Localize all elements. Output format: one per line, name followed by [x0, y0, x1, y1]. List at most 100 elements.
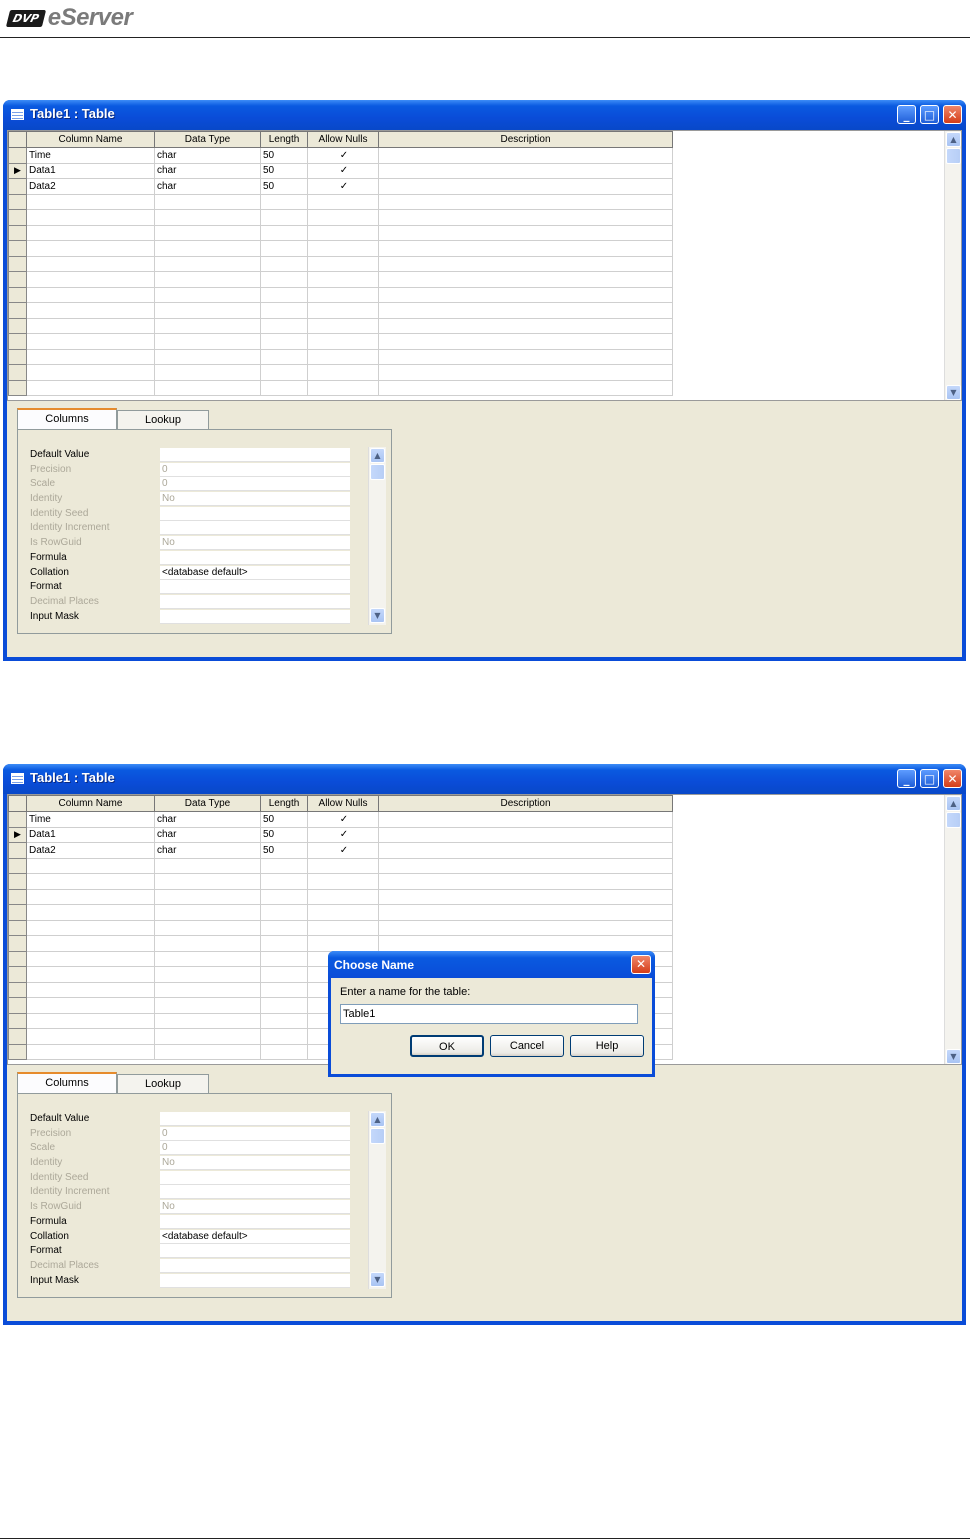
empty-cell[interactable]	[307, 255, 379, 272]
row-selector[interactable]	[8, 193, 27, 210]
help-button[interactable]: Help	[570, 1035, 644, 1057]
table-row[interactable]	[8, 904, 673, 921]
property-scrollbar[interactable]: ▲ ▼	[368, 447, 386, 625]
table-row[interactable]: ▶ Data1 char 50 ✓	[8, 826, 673, 843]
scroll-down-icon[interactable]: ▼	[370, 1272, 385, 1287]
cell-description[interactable]	[378, 888, 673, 905]
cell-name[interactable]: Data2	[26, 842, 155, 859]
table-row[interactable]	[8, 271, 673, 288]
table-row[interactable]	[8, 286, 673, 303]
minimize-icon[interactable]: _	[897, 769, 916, 788]
property-row[interactable]: Formula	[30, 1214, 352, 1230]
cell-type[interactable]: char	[154, 811, 261, 828]
empty-cell[interactable]	[307, 379, 379, 396]
cell-allow-nulls[interactable]: ✓	[307, 162, 379, 179]
property-row[interactable]: Identity Increment	[30, 1185, 352, 1200]
table-row[interactable]: Data2 char 50 ✓	[8, 842, 673, 859]
cell-description[interactable]	[378, 333, 673, 350]
property-value[interactable]	[160, 1244, 350, 1259]
cell-name[interactable]: Data1	[26, 162, 155, 179]
close-icon[interactable]: ✕	[631, 955, 651, 974]
empty-cell[interactable]	[260, 888, 308, 905]
empty-cell[interactable]	[260, 286, 308, 303]
empty-cell[interactable]	[307, 193, 379, 210]
cell-description[interactable]	[378, 811, 673, 828]
window-titlebar[interactable]: Table1 : Table _ □ ✕	[3, 100, 966, 130]
property-row[interactable]: Input Mask	[30, 1273, 352, 1289]
cell-length[interactable]: 50	[260, 826, 308, 843]
table-row[interactable]: Data2 char 50 ✓	[8, 178, 673, 195]
cell-description[interactable]	[378, 935, 673, 952]
empty-cell[interactable]	[307, 888, 379, 905]
tab-lookup[interactable]: Lookup	[117, 410, 209, 429]
cell-description[interactable]	[378, 209, 673, 226]
property-row[interactable]: Identity Seed	[30, 1170, 352, 1186]
empty-cell[interactable]	[260, 364, 308, 381]
row-selector[interactable]	[8, 302, 27, 319]
empty-cell[interactable]	[154, 364, 261, 381]
table-row[interactable]	[8, 302, 673, 319]
row-selector[interactable]	[8, 317, 27, 334]
empty-cell[interactable]	[26, 255, 155, 272]
empty-cell[interactable]	[307, 873, 379, 890]
row-selector[interactable]	[8, 811, 27, 828]
empty-cell[interactable]	[26, 1028, 155, 1045]
table-row[interactable]	[8, 193, 673, 210]
property-row[interactable]: Is RowGuid No	[30, 536, 352, 551]
empty-cell[interactable]	[26, 302, 155, 319]
empty-cell[interactable]	[154, 1043, 261, 1060]
table-row[interactable]	[8, 919, 673, 936]
empty-cell[interactable]	[154, 857, 261, 874]
cell-description[interactable]	[378, 286, 673, 303]
cell-description[interactable]	[378, 857, 673, 874]
row-selector[interactable]	[8, 1043, 27, 1060]
row-selector[interactable]	[8, 873, 27, 890]
cell-description[interactable]	[378, 255, 673, 272]
empty-cell[interactable]	[307, 348, 379, 365]
cell-description[interactable]	[378, 842, 673, 859]
empty-cell[interactable]	[260, 1012, 308, 1029]
empty-cell[interactable]	[154, 966, 261, 983]
empty-cell[interactable]	[154, 271, 261, 288]
empty-cell[interactable]	[154, 873, 261, 890]
empty-cell[interactable]	[260, 317, 308, 334]
row-selector[interactable]	[8, 147, 27, 164]
table-row[interactable]	[8, 255, 673, 272]
cell-allow-nulls[interactable]: ✓	[307, 178, 379, 195]
cell-description[interactable]	[378, 302, 673, 319]
empty-cell[interactable]	[154, 193, 261, 210]
empty-cell[interactable]	[154, 255, 261, 272]
property-row[interactable]: Collation <database default>	[30, 565, 352, 581]
cell-type[interactable]: char	[154, 826, 261, 843]
empty-cell[interactable]	[154, 1028, 261, 1045]
table-row[interactable]	[8, 888, 673, 905]
cell-description[interactable]	[378, 147, 673, 164]
cell-name[interactable]: Time	[26, 811, 155, 828]
row-selector[interactable]	[8, 888, 27, 905]
row-selector[interactable]	[8, 981, 27, 998]
tab-columns[interactable]: Columns	[17, 408, 117, 429]
empty-cell[interactable]	[154, 379, 261, 396]
empty-cell[interactable]	[260, 904, 308, 921]
row-selector[interactable]	[8, 904, 27, 921]
table-row[interactable]	[8, 857, 673, 874]
empty-cell[interactable]	[26, 919, 155, 936]
cell-description[interactable]	[378, 364, 673, 381]
empty-cell[interactable]	[307, 271, 379, 288]
row-selector[interactable]: ▶	[8, 826, 27, 843]
row-selector[interactable]	[8, 224, 27, 241]
row-selector[interactable]	[8, 935, 27, 952]
cell-description[interactable]	[378, 826, 673, 843]
property-row[interactable]: Identity Increment	[30, 521, 352, 536]
cell-description[interactable]	[378, 919, 673, 936]
cell-name[interactable]: Data2	[26, 178, 155, 195]
empty-cell[interactable]	[26, 209, 155, 226]
empty-cell[interactable]	[154, 981, 261, 998]
empty-cell[interactable]	[260, 950, 308, 967]
cell-description[interactable]	[378, 904, 673, 921]
scroll-down-icon[interactable]: ▼	[946, 1049, 961, 1064]
minimize-icon[interactable]: _	[897, 105, 916, 124]
column-header[interactable]: Data Type	[154, 131, 261, 148]
empty-cell[interactable]	[154, 348, 261, 365]
scroll-down-icon[interactable]: ▼	[370, 608, 385, 623]
